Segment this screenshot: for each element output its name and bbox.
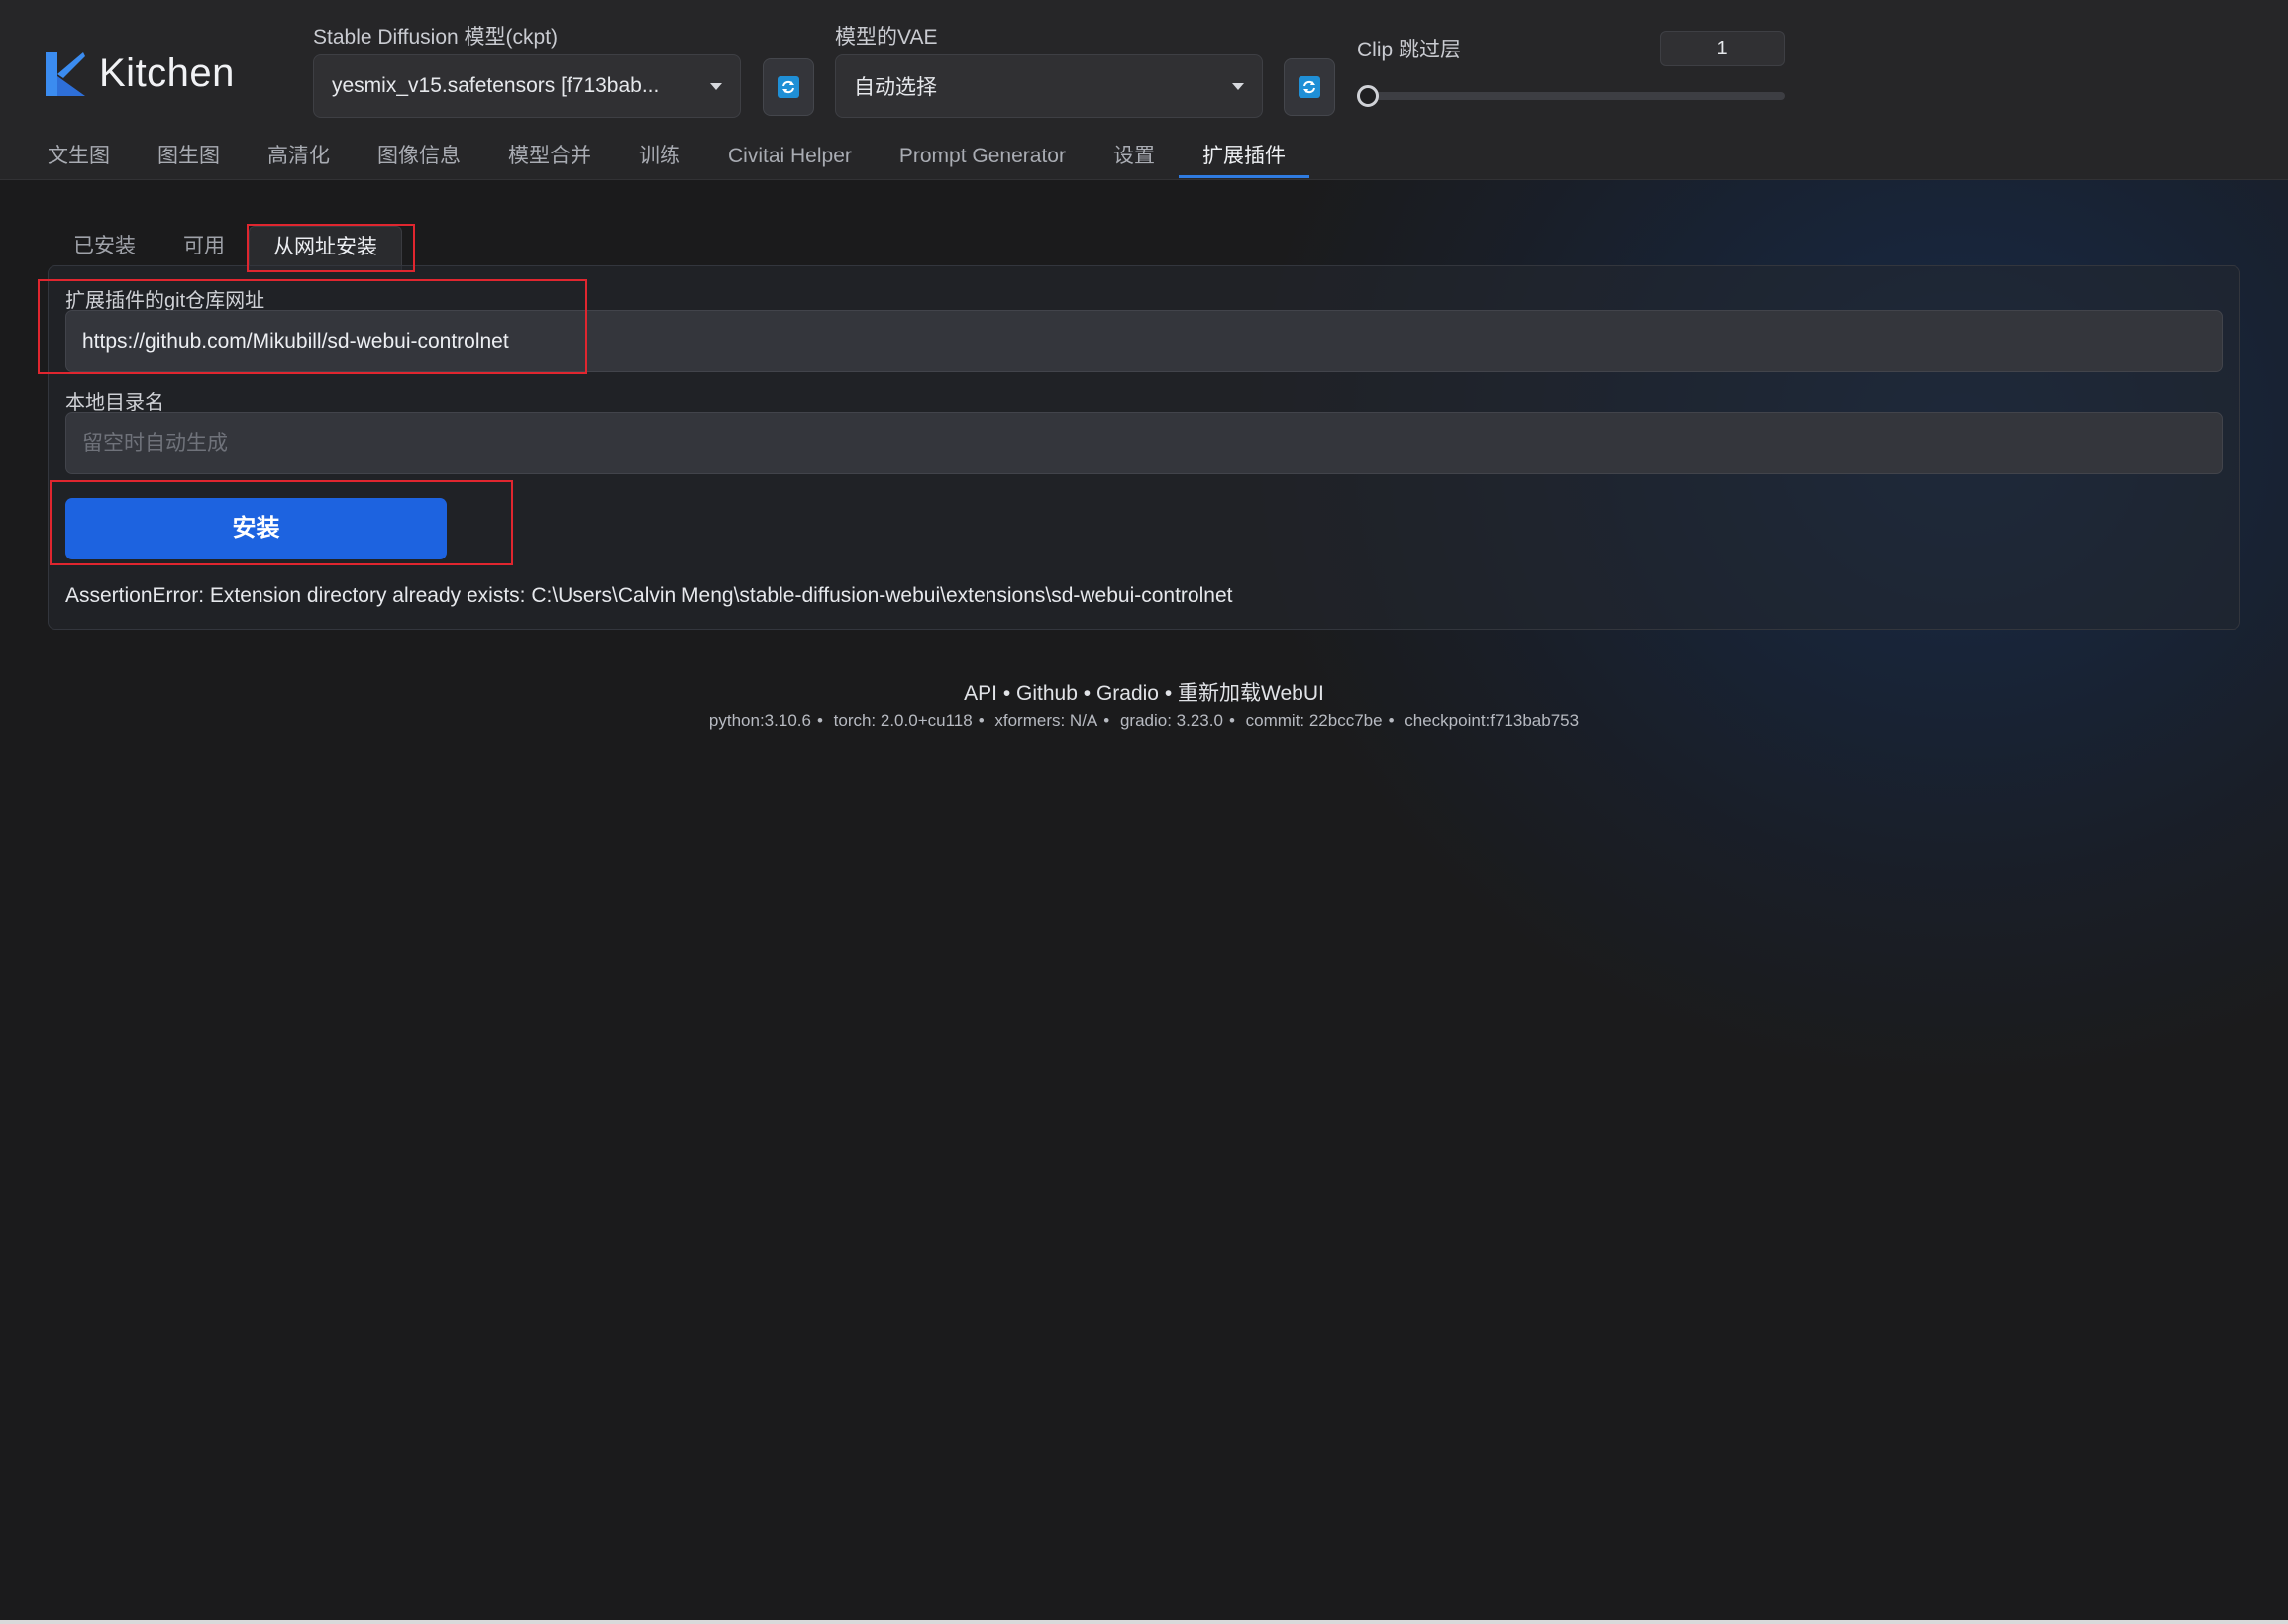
local-dir-input[interactable]: 留空时自动生成	[65, 412, 2223, 474]
footer-link-gradio[interactable]: Gradio	[1096, 682, 1159, 705]
kitchen-logo-icon	[46, 51, 87, 96]
window-bottom-border	[0, 1620, 2288, 1624]
tab-txt2img[interactable]: 文生图	[24, 137, 134, 180]
install-button[interactable]: 安装	[65, 498, 447, 559]
version-gradio: gradio: 3.23.0	[1119, 711, 1223, 730]
tab-img2img[interactable]: 图生图	[134, 137, 244, 180]
clip-skip-label: Clip 跳过层	[1357, 39, 1462, 61]
footer-separator: •	[1077, 682, 1096, 705]
clip-skip-slider-handle[interactable]	[1357, 85, 1379, 107]
version-python: python:3.10.6	[708, 711, 811, 730]
refresh-ckpt-button[interactable]	[763, 58, 814, 116]
git-url-input[interactable]: https://github.com/Mikubill/sd-webui-con…	[65, 310, 2223, 372]
top-bar: Kitchen Stable Diffusion 模型(ckpt) yesmix…	[0, 0, 2288, 180]
tab-extensions[interactable]: 扩展插件	[1178, 137, 1309, 180]
footer-link-api[interactable]: API	[964, 682, 997, 705]
footer-versions: python:3.10.6 • torch: 2.0.0+cu118 • xform…	[708, 711, 1580, 730]
vae-value: 自动选择	[854, 76, 937, 99]
tab-civitai-helper[interactable]: Civitai Helper	[704, 137, 876, 180]
tab-train[interactable]: 训练	[615, 137, 704, 180]
ckpt-dropdown[interactable]: yesmix_v15.safetensors [f713bab...	[313, 54, 741, 118]
clip-skip-input[interactable]: 1	[1660, 31, 1785, 66]
ckpt-value: yesmix_v15.safetensors [f713bab...	[332, 74, 660, 97]
ckpt-label: Stable Diffusion 模型(ckpt)	[313, 26, 559, 49]
footer-separator: •	[997, 682, 1017, 705]
version-torch: torch: 2.0.0+cu118	[833, 711, 973, 730]
refresh-vae-button[interactable]	[1284, 58, 1335, 116]
tab-settings[interactable]: 设置	[1090, 137, 1179, 180]
chevron-down-icon	[1232, 82, 1244, 90]
chevron-down-icon	[710, 82, 722, 90]
git-url-label: 扩展插件的git仓库网址	[65, 290, 265, 312]
app-title: Kitchen	[99, 51, 235, 95]
error-message: AssertionError: Extension directory alre…	[65, 584, 1233, 607]
footer-link-github[interactable]: Github	[1016, 682, 1078, 705]
tab-upscale[interactable]: 高清化	[244, 137, 354, 180]
version-xformers: xformers: N/A	[994, 711, 1098, 730]
app-logo[interactable]: Kitchen	[46, 51, 235, 96]
refresh-icon	[778, 76, 799, 98]
main-tabs: 文生图 图生图 高清化 图像信息 模型合并 训练 Civitai Helper …	[24, 137, 1309, 180]
vae-label: 模型的VAE	[835, 26, 938, 49]
footer-links: API • Github • Gradio • 重新加载WebUI	[0, 677, 2288, 707]
version-checkpoint: checkpoint:f713bab753	[1404, 711, 1580, 730]
version-commit: commit: 22bcc7be	[1245, 711, 1383, 730]
footer-separator: •	[1158, 682, 1179, 705]
tab-prompt-generator[interactable]: Prompt Generator	[876, 137, 1090, 180]
local-dir-label: 本地目录名	[65, 392, 164, 414]
footer-link-reload-webui[interactable]: 重新加载WebUI	[1178, 682, 1324, 705]
refresh-icon	[1299, 76, 1320, 98]
tab-png-info[interactable]: 图像信息	[354, 137, 484, 180]
vae-dropdown[interactable]: 自动选择	[835, 54, 1263, 118]
tab-model-merge[interactable]: 模型合并	[484, 137, 615, 180]
clip-skip-slider[interactable]	[1367, 92, 1785, 100]
